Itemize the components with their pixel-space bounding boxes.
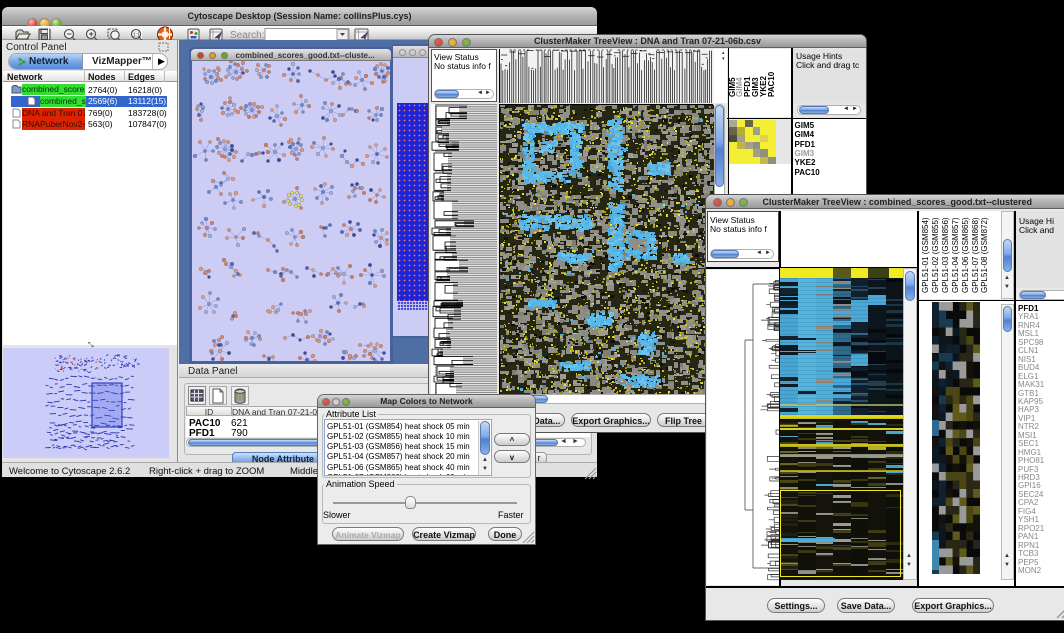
svg-text:1:1: 1:1: [133, 33, 140, 39]
